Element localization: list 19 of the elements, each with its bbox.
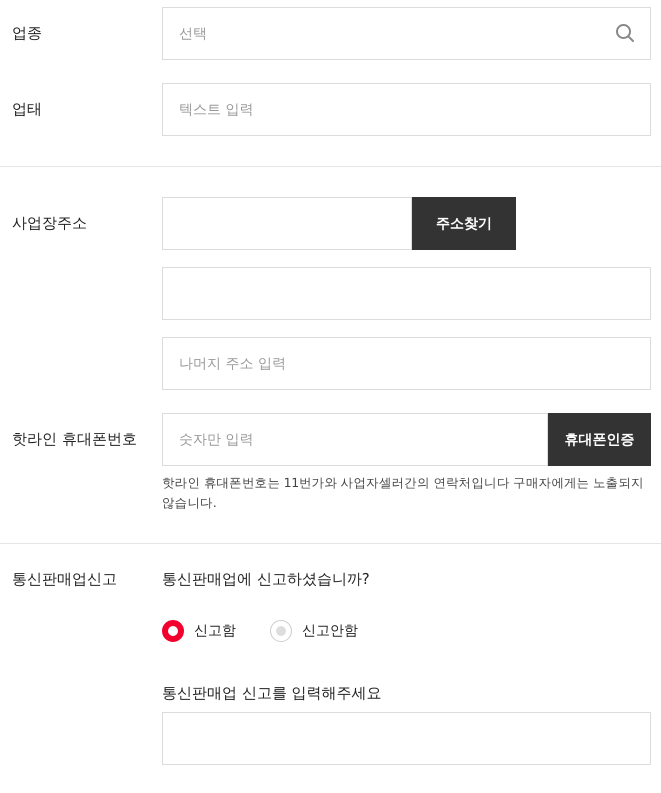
input-field[interactable] xyxy=(162,197,412,250)
radio-label[interactable]: 신고안함 xyxy=(302,619,358,643)
field-label: 사업장주소 xyxy=(12,213,88,234)
input-field[interactable]: 나머지 주소 입력 xyxy=(162,337,651,390)
field-label: 통신판매업신고 xyxy=(12,569,118,590)
radio-label[interactable]: 신고함 xyxy=(194,619,236,643)
input-field[interactable]: 텍스트 입력 xyxy=(162,83,651,136)
search-field[interactable]: 선택 xyxy=(162,7,651,60)
action-button[interactable]: 주소찾기 xyxy=(412,197,516,250)
field-label: 핫라인 휴대폰번호 xyxy=(12,429,138,450)
action-button[interactable]: 휴대폰인증 xyxy=(548,413,651,466)
field-label: 업종 xyxy=(12,23,43,44)
field-label: 업태 xyxy=(12,99,43,120)
input-field[interactable] xyxy=(162,267,651,320)
search-icon xyxy=(615,23,635,43)
prompt-text: 통신판매업 신고를 입력해주세요 xyxy=(162,683,383,704)
help-text: 핫라인 휴대폰번호는 11번가와 사업자셀러간의 연락처입니다 구매자에게는 노출되지 않습니다. xyxy=(162,474,645,512)
question-text: 통신판매업에 신고하셨습니까? xyxy=(162,569,371,590)
input-field[interactable]: 숫자만 입력 xyxy=(162,413,548,466)
